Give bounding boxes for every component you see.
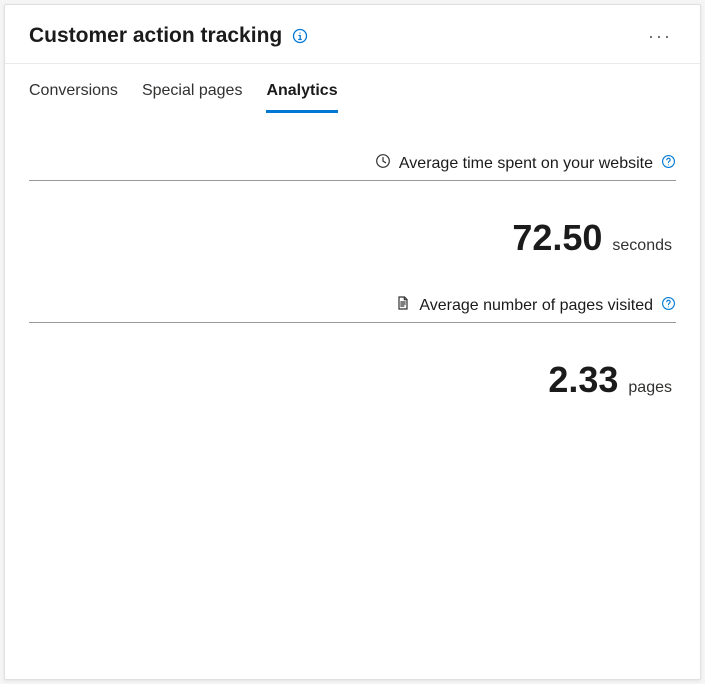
metric-unit: seconds xyxy=(612,237,672,255)
metric-value: 2.33 xyxy=(548,359,618,401)
metric-header: Average time spent on your website xyxy=(29,153,676,181)
metric-header: Average number of pages visited xyxy=(29,295,676,323)
metric-label: Average number of pages visited xyxy=(419,297,653,315)
tab-special-pages[interactable]: Special pages xyxy=(142,82,243,113)
document-icon xyxy=(395,295,411,316)
analytics-content: Average time spent on your website 72.50… xyxy=(5,113,700,679)
customer-action-tracking-card: Customer action tracking ··· Conversions… xyxy=(4,4,701,680)
more-actions-button[interactable]: ··· xyxy=(644,23,676,49)
metric-unit: pages xyxy=(628,379,672,397)
info-icon[interactable] xyxy=(292,28,308,44)
metric-value-row: 2.33 pages xyxy=(29,323,676,401)
metric-value-row: 72.50 seconds xyxy=(29,181,676,259)
clock-icon xyxy=(375,153,391,174)
tab-analytics[interactable]: Analytics xyxy=(266,82,337,113)
tabs: Conversions Special pages Analytics xyxy=(5,64,700,113)
page-title: Customer action tracking xyxy=(29,24,282,48)
title-wrap: Customer action tracking xyxy=(29,24,308,48)
tab-conversions[interactable]: Conversions xyxy=(29,82,118,113)
metric-label: Average time spent on your website xyxy=(399,155,653,173)
metric-average-time: Average time spent on your website 72.50… xyxy=(29,153,676,259)
card-header: Customer action tracking ··· xyxy=(5,5,700,64)
metric-value: 72.50 xyxy=(512,217,602,259)
metric-average-pages: Average number of pages visited 2.33 pag… xyxy=(29,295,676,401)
help-icon[interactable] xyxy=(661,154,676,174)
help-icon[interactable] xyxy=(661,296,676,316)
